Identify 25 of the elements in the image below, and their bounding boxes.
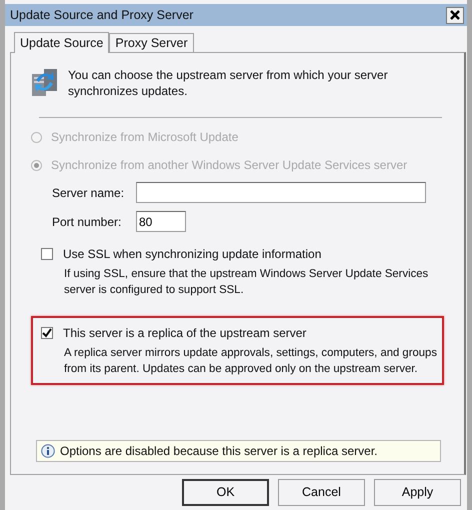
tab[interactable]: Update Source [14, 32, 110, 53]
info-text: Options are disabled because this server is a replica server. [60, 443, 378, 460]
dialog-button[interactable]: Apply [374, 479, 461, 506]
radio-label: Synchronize from Microsoft Update [51, 129, 238, 146]
checkbox[interactable] [41, 248, 53, 260]
tab[interactable]: Proxy Server [109, 33, 194, 52]
window-title: Update Source and Proxy Server [10, 6, 194, 24]
description-text: If using SSL, ensure that the upstream Windows Server Update Services server is configured to support SSL. [63, 267, 430, 298]
info-icon [41, 444, 55, 458]
server-sync-icon [31, 67, 58, 97]
input-field[interactable] [136, 182, 426, 203]
close-icon [449, 9, 461, 21]
close-button[interactable] [446, 6, 464, 24]
checkbox-label: This server is a replica of the upstream server [63, 325, 306, 342]
dialog-button[interactable]: Cancel [278, 479, 365, 506]
field-label: Port number: [52, 214, 122, 230]
field-label: Server name: [52, 184, 126, 202]
check-icon [42, 328, 52, 338]
description-text: A replica server mirrors update approvals, settings, computers, and groups from its parent. Updates can be approved only on the upstream server. [63, 346, 438, 377]
input-field[interactable]: 80 [136, 211, 186, 232]
intro-text: You can choose the upstream server from which your server synchronizes updates. [68, 67, 389, 99]
radio-label: Synchronize from another Windows Server Update Services server [51, 157, 408, 174]
checkbox-label: Use SSL when synchronizing update information [63, 246, 322, 263]
checkbox[interactable] [41, 327, 53, 339]
dialog-button[interactable]: OK [182, 479, 269, 506]
